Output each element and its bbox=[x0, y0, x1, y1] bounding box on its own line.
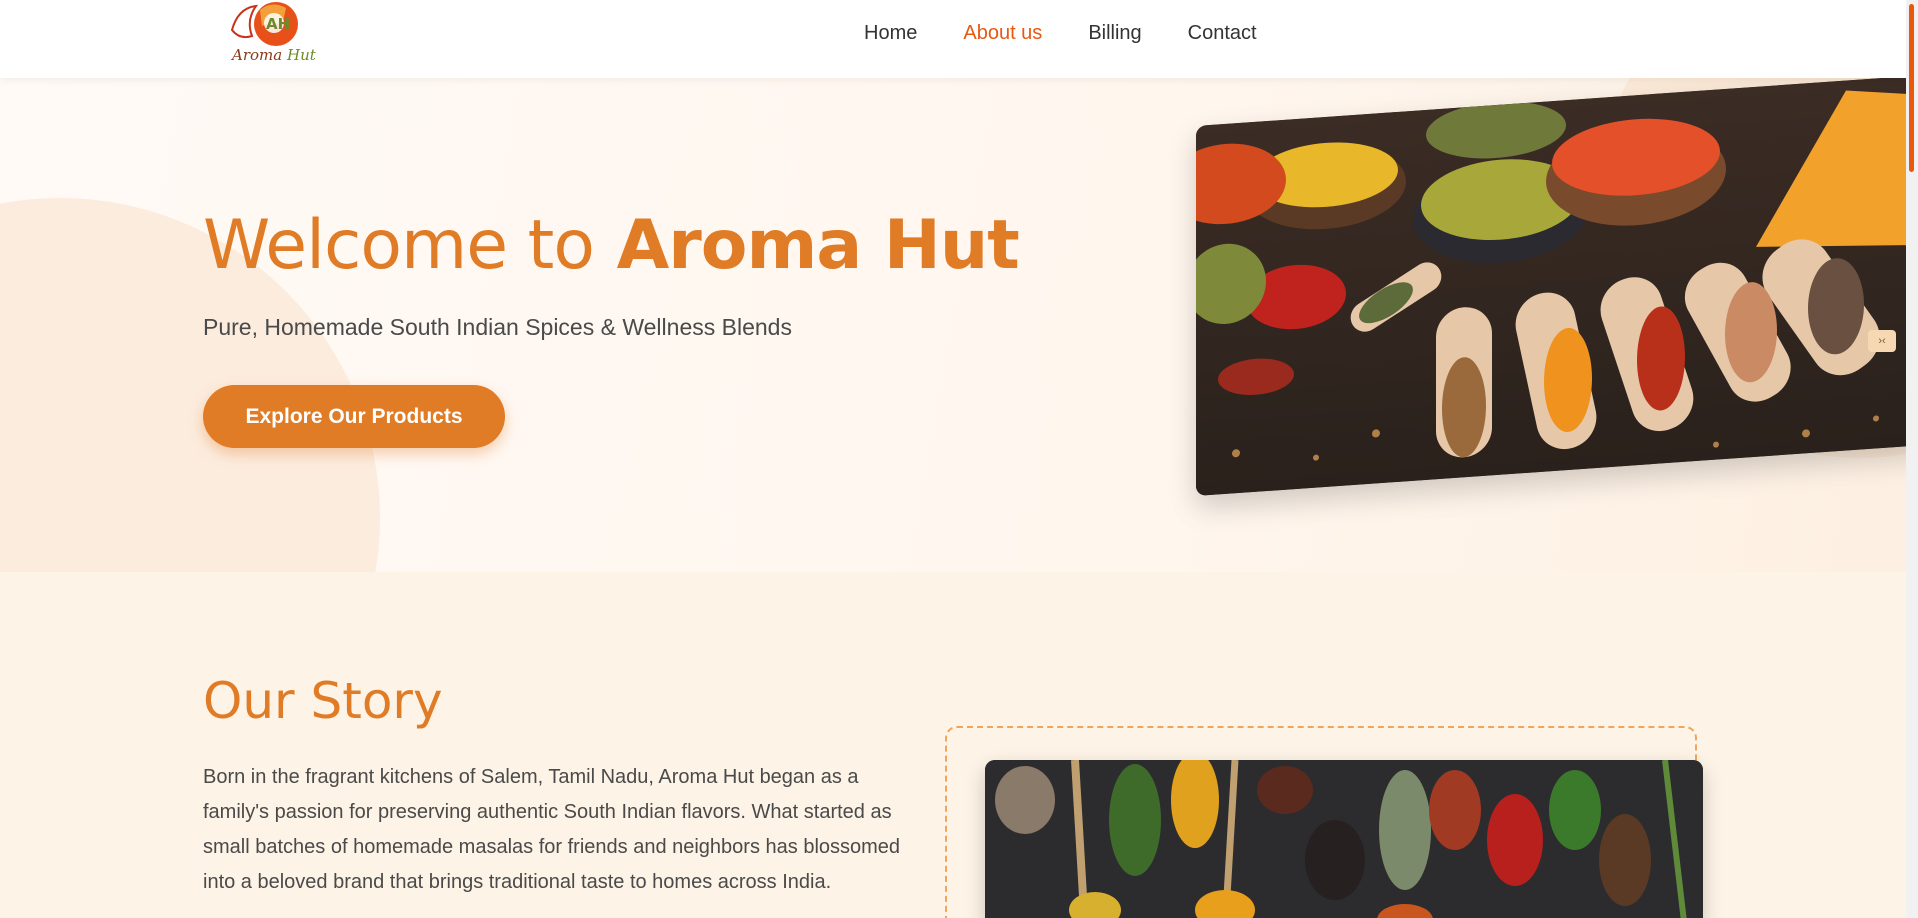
hero-section: Welcome to Aroma Hut Pure, Homemade Sout… bbox=[0, 78, 1906, 572]
site-header: AH Aroma Hut Home About us Billing Contact bbox=[0, 0, 1906, 78]
page-scrollbar[interactable] bbox=[1906, 0, 1918, 918]
logo-monogram: AH bbox=[266, 15, 290, 33]
story-title: Our Story bbox=[203, 672, 443, 730]
brand-logo[interactable]: AH Aroma Hut bbox=[222, 0, 316, 66]
spice-spoons-photo-icon bbox=[985, 760, 1703, 918]
hero-subtitle: Pure, Homemade South Indian Spices & Wel… bbox=[203, 314, 792, 340]
hero-spices-image bbox=[1196, 78, 1906, 496]
spices-photo-icon bbox=[1196, 78, 1906, 496]
expand-image-icon[interactable]: ›‹ bbox=[1868, 330, 1896, 352]
story-spices-image bbox=[985, 760, 1703, 918]
logo-emblem-icon: AH bbox=[230, 2, 298, 46]
explore-products-button[interactable]: Explore Our Products bbox=[203, 385, 505, 448]
nav-link-about-us[interactable]: About us bbox=[963, 22, 1042, 45]
nav-link-billing[interactable]: Billing bbox=[1088, 22, 1141, 45]
hero-title: Welcome to Aroma Hut bbox=[203, 206, 1020, 285]
nav-link-contact[interactable]: Contact bbox=[1188, 22, 1257, 45]
our-story-section: Our Story Born in the fragrant kitchens … bbox=[0, 572, 1906, 918]
scrollbar-thumb[interactable] bbox=[1909, 4, 1914, 172]
logo-wordmark: Aroma Hut bbox=[232, 46, 316, 64]
main-nav: Home About us Billing Contact bbox=[864, 22, 1257, 45]
story-text: Born in the fragrant kitchens of Salem, … bbox=[203, 766, 901, 893]
nav-link-home[interactable]: Home bbox=[864, 22, 917, 45]
